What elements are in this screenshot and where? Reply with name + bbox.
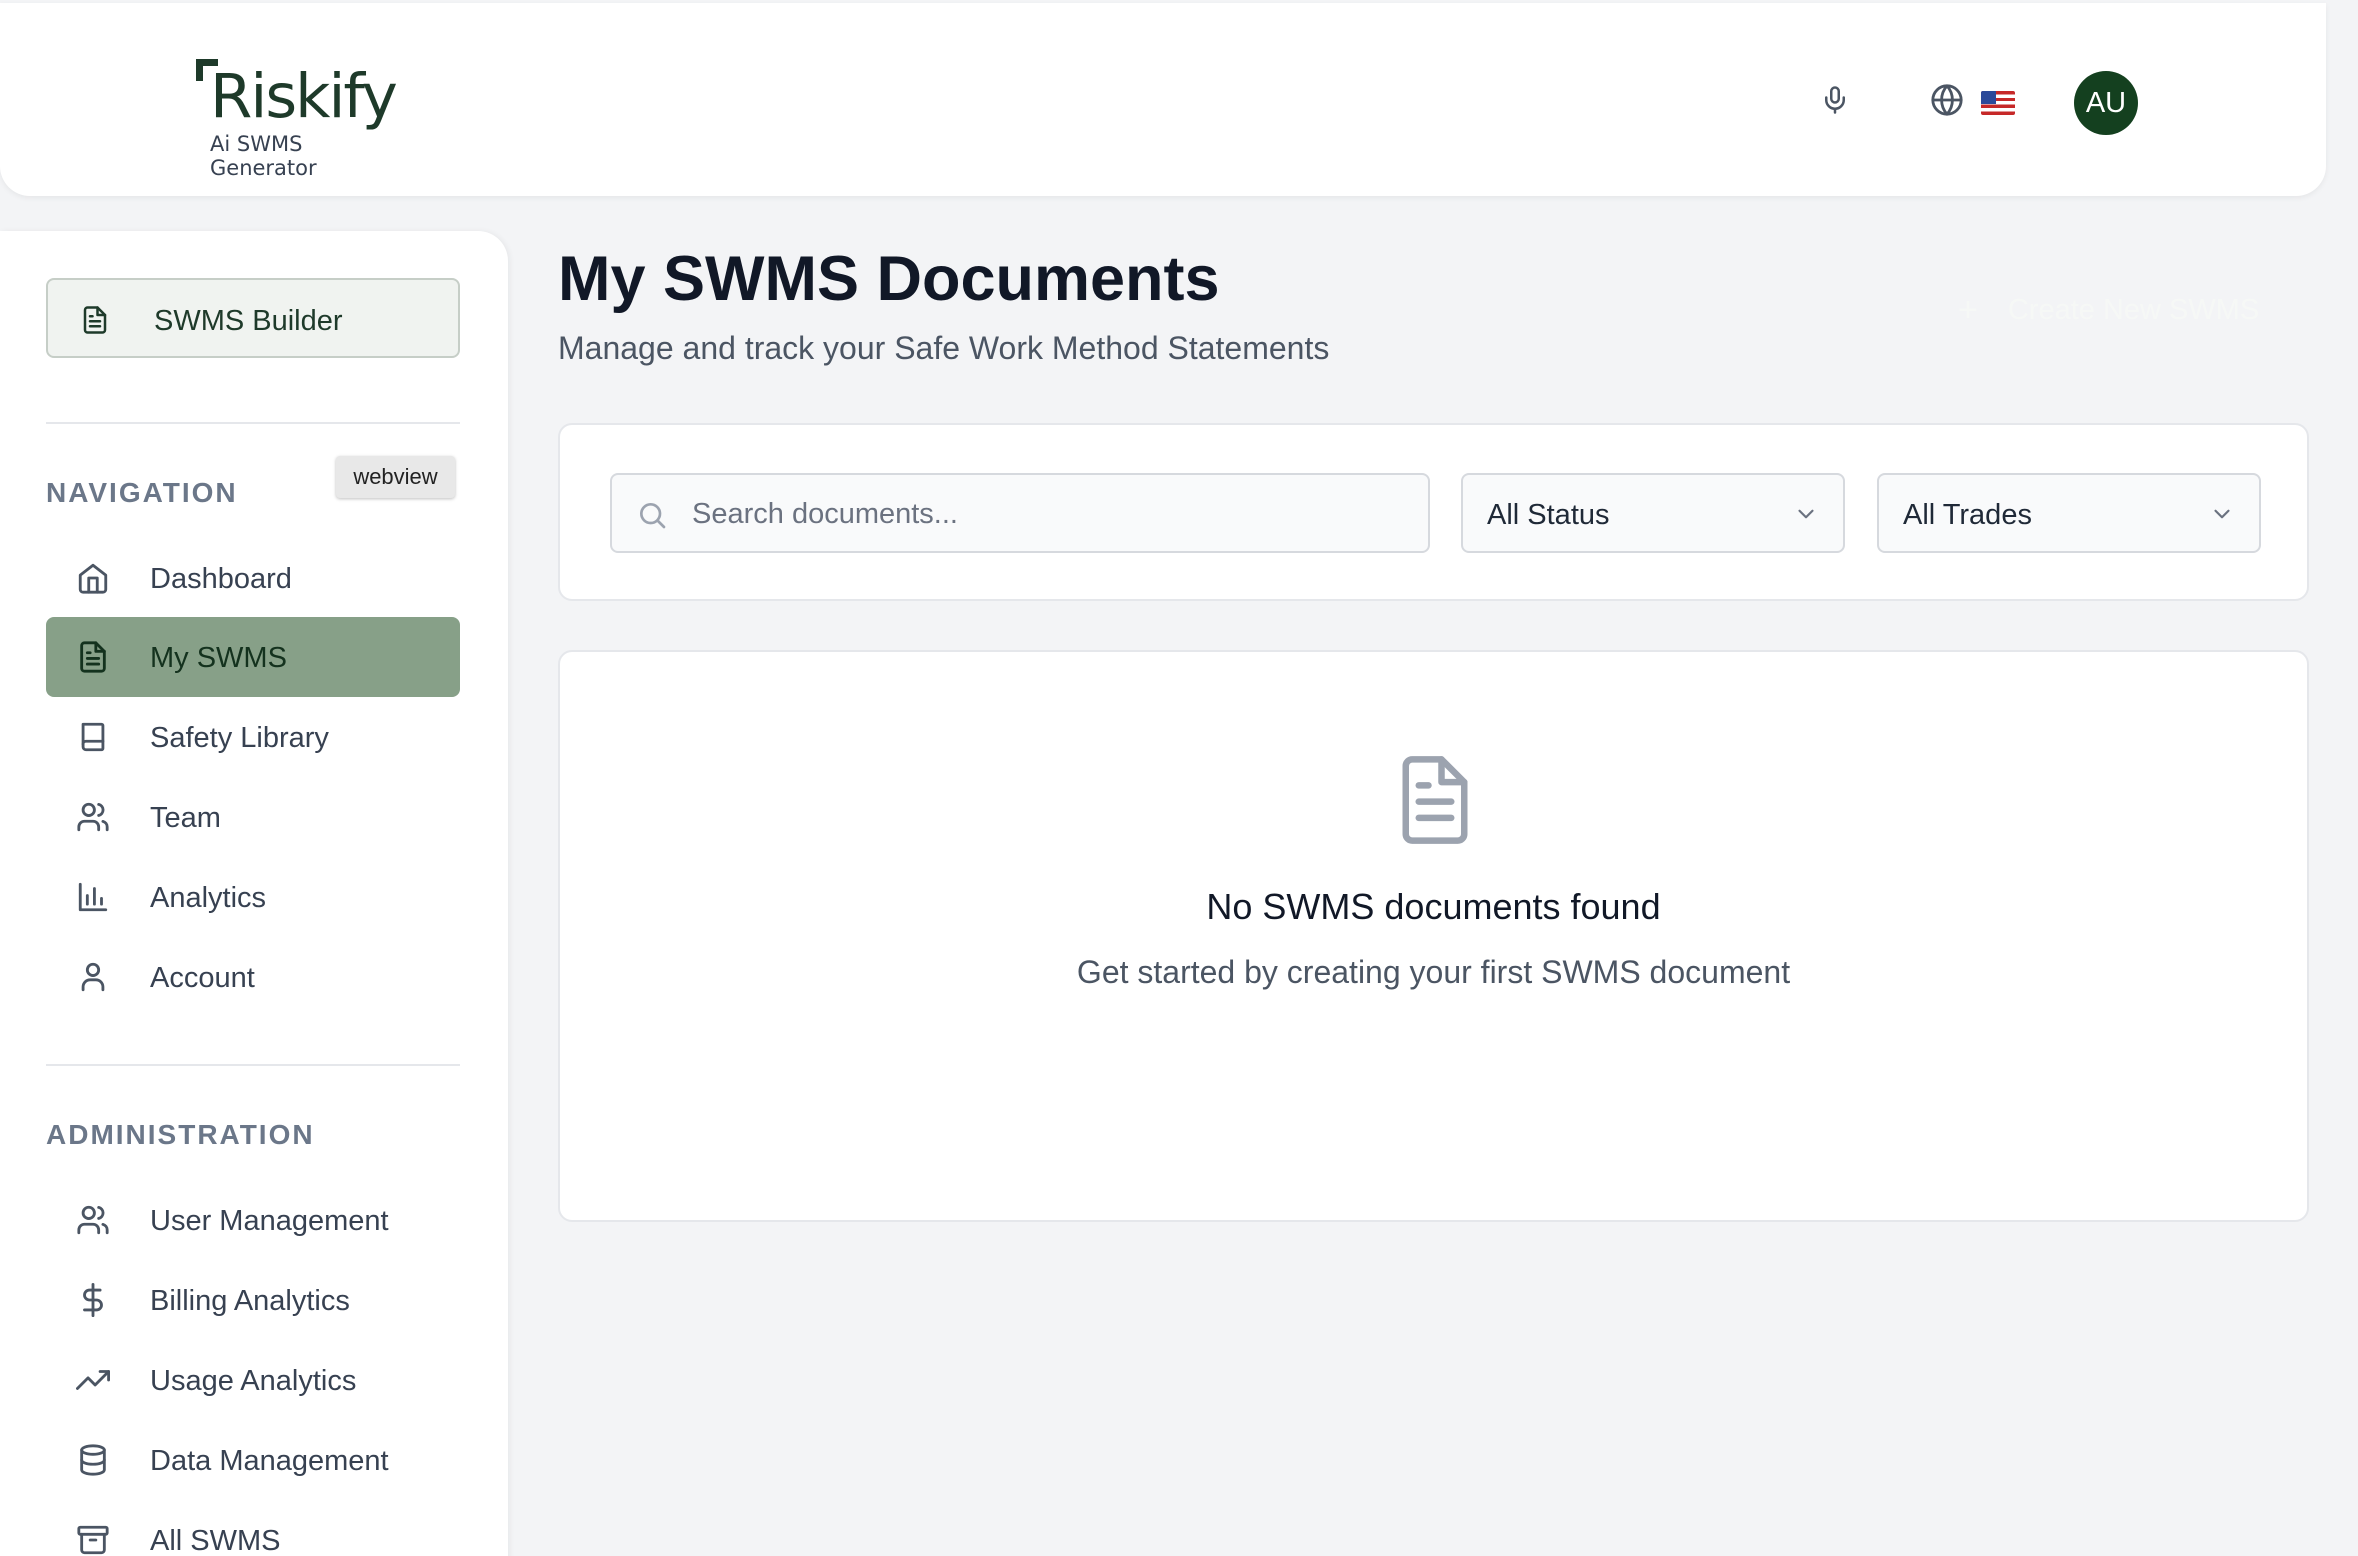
sidebar-item-label: My SWMS bbox=[150, 642, 287, 674]
create-new-swms-button[interactable]: + Create New SWMS bbox=[1958, 285, 2288, 335]
users-icon bbox=[76, 1203, 110, 1237]
sidebar-item-team[interactable]: Team bbox=[46, 777, 460, 857]
chevron-down-icon bbox=[2209, 501, 2235, 532]
sidebar-item-label: All SWMS bbox=[150, 1525, 281, 1556]
page-title: My SWMS Documents bbox=[558, 244, 1220, 314]
trending-up-icon bbox=[76, 1363, 111, 1397]
riskify-logo[interactable]: Riskify Ai SWMS Generator bbox=[193, 53, 413, 180]
status-filter-value: All Status bbox=[1487, 499, 1610, 531]
sidebar-item-label: Account bbox=[150, 962, 255, 994]
navigation-section-title: NAVIGATION bbox=[46, 477, 238, 508]
page-subtitle: Manage and track your Safe Work Method S… bbox=[558, 330, 1330, 366]
document-icon bbox=[76, 640, 110, 674]
empty-state-title: No SWMS documents found bbox=[1206, 886, 1661, 927]
sidebar-item-label: User Management bbox=[150, 1205, 389, 1237]
sidebar-item-label: Data Management bbox=[150, 1445, 389, 1477]
bar-chart-icon bbox=[76, 880, 110, 914]
administration-section-title: ADMINISTRATION bbox=[46, 1119, 315, 1150]
sidebar-item-user-management[interactable]: User Management bbox=[46, 1180, 460, 1260]
plus-icon: + bbox=[1958, 290, 1978, 329]
search-input[interactable] bbox=[692, 489, 1412, 539]
sidebar-divider bbox=[46, 422, 460, 424]
sidebar: SWMS Builder NAVIGATION webview Dashboar… bbox=[0, 231, 508, 1556]
document-icon bbox=[80, 304, 110, 341]
sidebar-item-data-management[interactable]: Data Management bbox=[46, 1420, 460, 1500]
sidebar-item-my-swms[interactable]: My SWMS bbox=[46, 617, 460, 697]
logo-text: Riskify bbox=[210, 61, 398, 132]
webview-tag: webview bbox=[336, 456, 455, 498]
sidebar-item-billing-analytics[interactable]: Billing Analytics bbox=[46, 1260, 460, 1340]
book-icon bbox=[76, 720, 110, 754]
empty-document-icon bbox=[1396, 752, 1474, 853]
archive-icon bbox=[76, 1523, 110, 1556]
globe-icon[interactable] bbox=[1927, 80, 1967, 120]
swms-builder-label: SWMS Builder bbox=[154, 305, 343, 337]
home-icon bbox=[76, 561, 110, 595]
filter-card: All Status All Trades bbox=[558, 423, 2309, 601]
users-icon bbox=[76, 800, 110, 834]
empty-state-card: No SWMS documents found Get started by c… bbox=[558, 650, 2309, 1222]
sidebar-item-label: Billing Analytics bbox=[150, 1285, 350, 1317]
microphone-icon[interactable] bbox=[1815, 80, 1855, 120]
search-box[interactable] bbox=[610, 473, 1430, 553]
sidebar-item-analytics[interactable]: Analytics bbox=[46, 857, 460, 937]
database-icon bbox=[76, 1443, 110, 1477]
logo-subtitle: Ai SWMS Generator bbox=[210, 132, 317, 180]
chevron-down-icon bbox=[1793, 501, 1819, 532]
sidebar-item-dashboard[interactable]: Dashboard bbox=[46, 538, 460, 618]
sidebar-item-label: Usage Analytics bbox=[150, 1365, 357, 1397]
dollar-icon bbox=[76, 1283, 110, 1317]
sidebar-item-account[interactable]: Account bbox=[46, 937, 460, 1017]
trade-filter-select[interactable]: All Trades bbox=[1877, 473, 2261, 553]
swms-builder-button[interactable]: SWMS Builder bbox=[46, 278, 460, 358]
sidebar-item-usage-analytics[interactable]: Usage Analytics bbox=[46, 1340, 460, 1420]
sidebar-item-label: Analytics bbox=[150, 882, 267, 914]
sidebar-item-all-swms[interactable]: All SWMS bbox=[46, 1500, 460, 1556]
sidebar-item-safety-library[interactable]: Safety Library bbox=[46, 697, 460, 777]
create-new-swms-label: Create New SWMS bbox=[2007, 293, 2260, 326]
user-avatar[interactable]: AU bbox=[2074, 71, 2138, 135]
empty-state-description: Get started by creating your first SWMS … bbox=[1076, 954, 1791, 990]
search-icon bbox=[636, 499, 668, 536]
trade-filter-value: All Trades bbox=[1903, 499, 2032, 531]
us-flag-icon[interactable] bbox=[1981, 91, 2015, 115]
sidebar-item-label: Dashboard bbox=[150, 563, 292, 595]
sidebar-item-label: Team bbox=[150, 802, 221, 834]
status-filter-select[interactable]: All Status bbox=[1461, 473, 1845, 553]
top-header: Riskify Ai SWMS Generator AU bbox=[0, 3, 2326, 196]
user-icon bbox=[76, 960, 110, 994]
sidebar-divider bbox=[46, 1064, 460, 1066]
sidebar-item-label: Safety Library bbox=[150, 722, 329, 754]
